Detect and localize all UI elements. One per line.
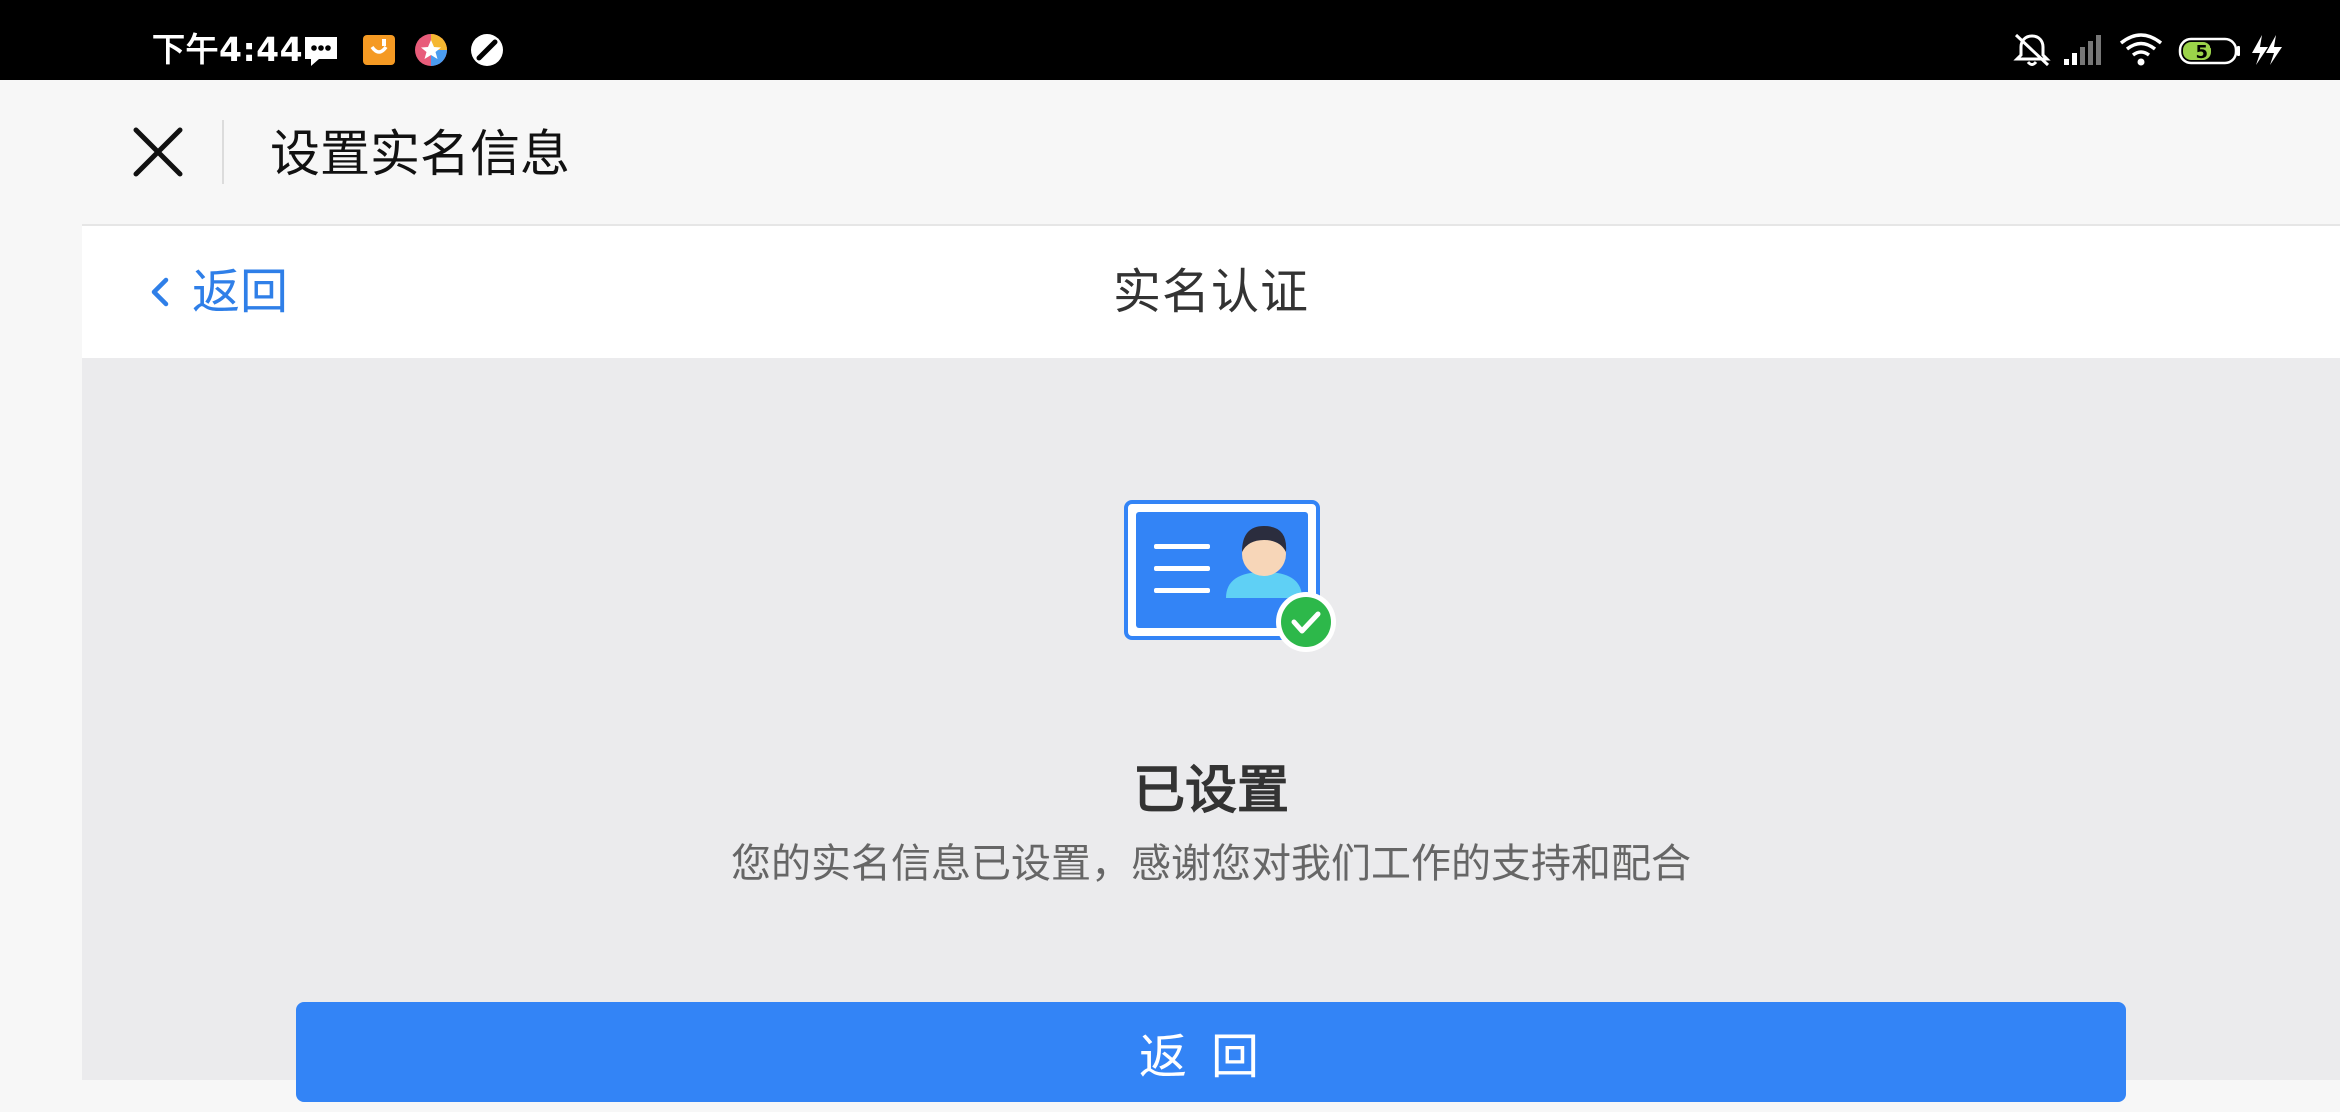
nav-title: 实名认证 bbox=[1112, 264, 1309, 320]
status-time: 下午4:44 bbox=[152, 30, 304, 69]
close-icon[interactable] bbox=[126, 120, 190, 184]
mute-bell-icon bbox=[2013, 33, 2051, 67]
charging-icon bbox=[2252, 35, 2282, 65]
page-title: 设置实名信息 bbox=[270, 125, 570, 183]
main-content: 已设置 您的实名信息已设置，感谢您对我们工作的支持和配合 返回 bbox=[82, 358, 2340, 1102]
nav-bar: 返回 实名认证 bbox=[82, 226, 2340, 358]
left-edge-strip bbox=[0, 80, 82, 1080]
id-card-verified-icon bbox=[1124, 500, 1336, 652]
return-button[interactable]: 返回 bbox=[296, 1002, 2126, 1102]
status-title: 已设置 bbox=[1132, 761, 1289, 821]
status-bar: 下午4:44 51 bbox=[0, 0, 2340, 80]
battery-level: 51 bbox=[2195, 42, 2220, 63]
battery-icon: 51 bbox=[2178, 37, 2240, 65]
compass-icon bbox=[471, 34, 503, 66]
taobao-app-icon bbox=[363, 35, 395, 65]
wifi-icon bbox=[2119, 33, 2163, 66]
app-header: 设置实名信息 bbox=[82, 80, 2340, 226]
status-description: 您的实名信息已设置，感谢您对我们工作的支持和配合 bbox=[731, 841, 1691, 887]
header-divider bbox=[222, 120, 224, 184]
star-app-icon bbox=[415, 34, 447, 66]
signal-icon bbox=[2064, 35, 2101, 65]
message-icon bbox=[305, 37, 337, 66]
